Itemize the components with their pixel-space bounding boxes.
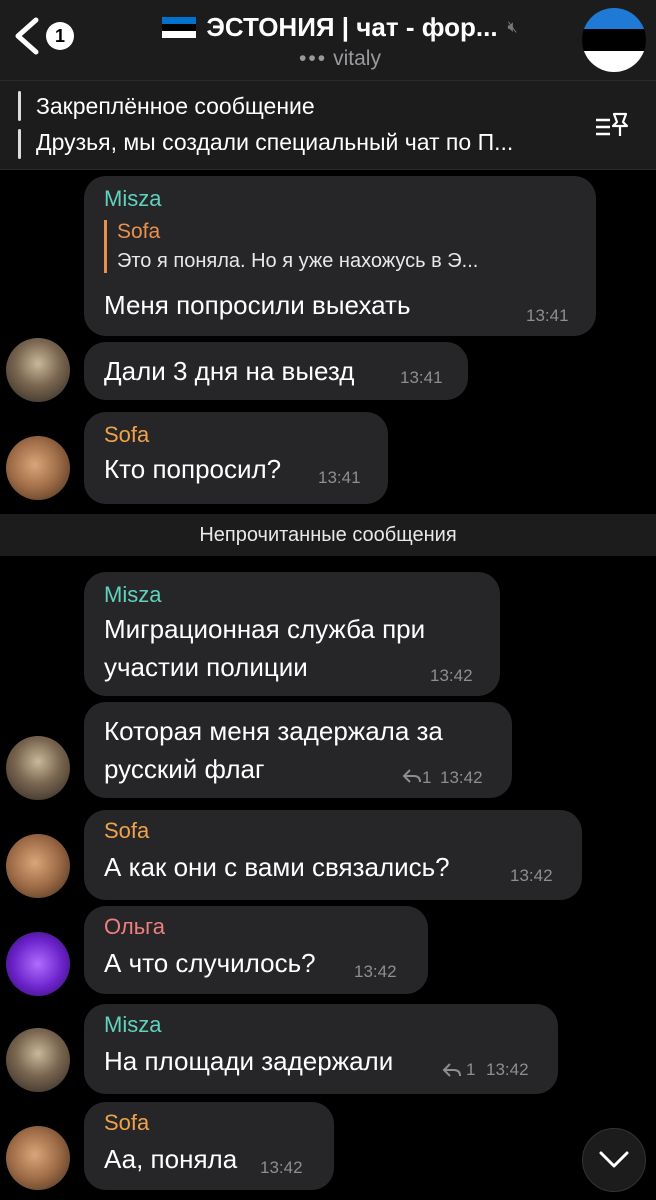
- message-text: Кто попросил?: [104, 454, 282, 484]
- message-bubble[interactable]: Дали 3 дня на выезд 13:41: [84, 342, 468, 400]
- message-text: А что случилось?: [104, 948, 316, 978]
- reply-sender: Sofa: [117, 220, 161, 243]
- message-text-line: Миграционная служба при: [104, 614, 426, 644]
- message-text-line: Которая меня задержала за: [104, 716, 443, 746]
- reply-text: Это я поняла. Но я уже нахожусь в Э...: [117, 250, 479, 272]
- message-text-line: русский флаг: [104, 754, 265, 784]
- message-text: На площади задержали: [104, 1046, 394, 1076]
- typing-status: ••• vitaly: [140, 47, 540, 71]
- avatar-misza[interactable]: [6, 736, 70, 800]
- chat-title-area[interactable]: ЭСТОНИЯ | чат - фор... 🔇︎ ••• vitaly: [140, 12, 540, 71]
- pin-list-icon[interactable]: [592, 106, 632, 146]
- message-text: Меня попросили выехать: [104, 290, 411, 320]
- avatar-sofa[interactable]: [6, 436, 70, 500]
- message-time: 13:42: [510, 866, 553, 885]
- estonia-flag-icon: [162, 16, 197, 39]
- mute-icon: 🔇︎: [507, 18, 518, 36]
- message-bubble[interactable]: Misza Миграционная служба при участии по…: [84, 572, 500, 696]
- avatar-sofa[interactable]: [6, 834, 70, 898]
- pinned-message-bar[interactable]: Закреплённое сообщение Друзья, мы создал…: [0, 81, 656, 170]
- group-avatar[interactable]: [582, 8, 646, 72]
- avatar-sofa[interactable]: [6, 1126, 70, 1190]
- sender-name: Sofa: [104, 818, 150, 843]
- message-time: 13:42: [354, 962, 397, 981]
- chat-title: ЭСТОНИЯ | чат - фор...: [206, 12, 498, 42]
- message-time: 13:42: [486, 1060, 529, 1079]
- reply-count[interactable]: 1: [466, 1060, 475, 1080]
- message-time: 13:42: [440, 768, 483, 787]
- message-text: Аа, поняла: [104, 1144, 238, 1174]
- message-time: 13:42: [260, 1158, 303, 1177]
- sender-name: Sofa: [104, 422, 150, 447]
- message-time: 13:41: [400, 368, 443, 387]
- reply-arrow-icon: [442, 1063, 461, 1077]
- sender-name: Ольга: [104, 914, 165, 939]
- unread-messages-divider: Непрочитанные сообщения: [0, 514, 656, 556]
- avatar-misza[interactable]: [6, 338, 70, 402]
- reply-arrow-icon: [402, 769, 421, 783]
- message-bubble[interactable]: Misza Sofa Это я поняла. Но я уже нахожу…: [84, 176, 596, 336]
- message-bubble[interactable]: Sofa А как они с вами связались? 13:42: [84, 810, 582, 900]
- typing-user: vitaly: [333, 47, 381, 70]
- sender-name: Misza: [104, 186, 162, 211]
- pinned-text: Друзья, мы создали специальный чат по П.…: [36, 129, 514, 155]
- message-bubble[interactable]: Ольга А что случилось? 13:42: [84, 906, 428, 994]
- message-time: 13:42: [430, 666, 473, 685]
- sender-name: Misza: [104, 582, 162, 607]
- chat-header: 1 ЭСТОНИЯ | чат - фор... 🔇︎ ••• vitaly: [0, 0, 656, 81]
- avatar-misza[interactable]: [6, 1028, 70, 1092]
- message-text-line: участии полиции: [104, 652, 308, 682]
- message-bubble[interactable]: Sofa Аа, поняла 13:42: [84, 1102, 334, 1190]
- sender-name: Sofa: [104, 1110, 150, 1135]
- message-bubble[interactable]: Sofa Кто попросил? 13:41: [84, 412, 388, 504]
- unread-badge: 1: [46, 22, 74, 50]
- sender-name: Misza: [104, 1012, 162, 1037]
- message-time: 13:41: [318, 468, 361, 487]
- scroll-down-button[interactable]: [582, 1128, 646, 1192]
- back-button[interactable]: 1: [10, 14, 74, 58]
- chevron-down-icon: [599, 1151, 629, 1168]
- message-text: А как они с вами связались?: [104, 852, 450, 882]
- avatar-olga[interactable]: [6, 932, 70, 996]
- message-time: 13:41: [526, 306, 569, 325]
- message-bubble[interactable]: Misza На площади задержали 1 13:42: [84, 1004, 558, 1094]
- typing-dots-icon: •••: [299, 47, 328, 70]
- reply-count[interactable]: 1: [422, 768, 431, 788]
- reply-quote[interactable]: Sofa Это я поняла. Но я уже нахожусь в Э…: [104, 220, 478, 273]
- pinned-title: Закреплённое сообщение: [36, 93, 315, 119]
- chevron-left-icon: [15, 17, 39, 55]
- message-text: Дали 3 дня на выезд: [104, 356, 355, 386]
- message-bubble[interactable]: Которая меня задержала за русский флаг 1…: [84, 702, 512, 798]
- pinned-indicator: [18, 91, 21, 159]
